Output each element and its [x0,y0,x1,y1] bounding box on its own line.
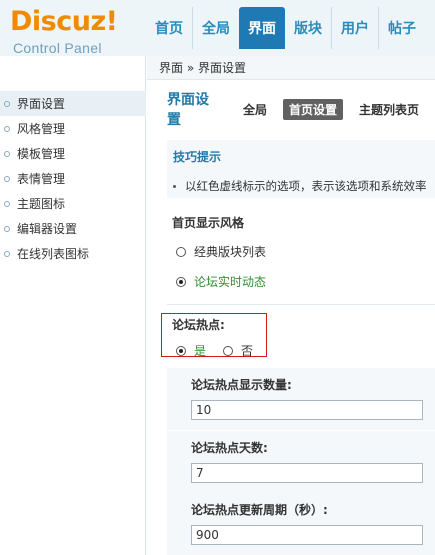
sidebar-item-label: 表情管理 [17,172,66,186]
bullet-icon [4,100,10,107]
sidebar-menu: 界面设置 风格管理 模板管理 表情管理 主题图标 编辑器设置 在线列表图标 [0,91,146,266]
hot-refresh-input[interactable] [191,525,423,545]
hot-count-input[interactable] [191,400,423,420]
hot-days-block: 论坛热点天数: [167,431,435,493]
hot-topics-label: 论坛热点: [172,318,225,332]
radio-hot-no[interactable]: 否 [223,342,253,359]
homepage-style-label: 首页显示风格 [172,216,245,230]
radio-classic-forum-list[interactable]: 经典版块列表 [176,243,266,260]
nav-home[interactable]: 首页 [146,7,192,49]
tips-box: 技巧提示 以红色虚线标示的选项，表示该选项和系统效率 [167,140,435,198]
radio-icon [223,345,233,356]
header: Discuz! Control Panel 首页 全局 界面 版块 用户 帖子 [0,0,435,56]
hot-refresh-label: 论坛热点更新周期（秒）: [191,503,328,517]
top-nav: 首页 全局 界面 版块 用户 帖子 [146,7,425,49]
radio-selected-icon [176,345,186,356]
sidebar-item-label: 模板管理 [17,147,66,161]
sidebar-item-label: 界面设置 [17,97,66,111]
hot-days-input[interactable] [191,463,423,483]
sidebar-item-template-manage[interactable]: 模板管理 [0,141,146,166]
tab-global[interactable]: 全局 [237,99,273,120]
divider [167,304,435,305]
sidebar-item-editor-settings[interactable]: 编辑器设置 [0,216,146,241]
sidebar-item-label: 在线列表图标 [17,247,90,261]
nav-users[interactable]: 用户 [331,7,378,49]
sidebar-item-label: 风格管理 [17,122,66,136]
bullet-icon [4,250,10,257]
tips-text: 以红色虚线标示的选项，表示该选项和系统效率 [185,179,427,193]
radio-selected-icon [176,276,186,287]
sidebar-item-smiley-manage[interactable]: 表情管理 [0,166,146,191]
tips-title: 技巧提示 [173,150,222,164]
tab-home-settings[interactable]: 首页设置 [282,98,343,120]
bullet-icon [4,150,10,157]
tips-text-row: 以红色虚线标示的选项，表示该选项和系统效率 [173,178,427,194]
bullet-icon [4,225,10,232]
sidebar-item-online-list-icons[interactable]: 在线列表图标 [0,241,146,266]
hot-count-block: 论坛热点显示数量: [167,368,435,430]
main-panel: 界面 » 界面设置 界面设置 全局 首页设置 主题列表页 技巧提示 以红色虚线标… [147,56,435,555]
hot-count-label: 论坛热点显示数量: [191,378,292,392]
radio-label-yes: 是 [194,344,207,358]
bullet-icon [4,125,10,132]
sidebar-item-interface-settings[interactable]: 界面设置 [0,91,146,116]
radio-label-no: 否 [241,344,254,358]
sidebar-item-thread-icons[interactable]: 主题图标 [0,191,146,216]
title-row: 界面设置 全局 首页设置 主题列表页 [147,92,435,128]
hot-refresh-block: 论坛热点更新周期（秒）: [167,493,435,555]
nav-interface[interactable]: 界面 [239,7,285,49]
logo-text: Discuz! [10,6,118,37]
page-title: 界面设置 [167,92,209,128]
bullet-icon [4,200,10,207]
bullet-icon [4,175,10,182]
radio-icon [176,246,186,257]
sidebar-item-label: 主题图标 [17,197,66,211]
radio-hot-yes[interactable]: 是 [176,342,206,359]
sidebar-item-style-manage[interactable]: 风格管理 [0,116,146,141]
radio-realtime-activity[interactable]: 论坛实时动态 [176,273,266,290]
breadcrumb: 界面 » 界面设置 [147,56,435,80]
hot-days-label: 论坛热点天数: [191,441,268,455]
nav-global[interactable]: 全局 [192,7,239,49]
tab-thread-list[interactable]: 主题列表页 [353,99,425,120]
logo-subtitle: Control Panel [13,40,102,56]
nav-posts[interactable]: 帖子 [378,7,425,49]
radio-label-realtime: 论坛实时动态 [194,275,267,289]
sidebar-item-label: 编辑器设置 [17,222,78,236]
bullet-dot-icon [173,185,176,188]
radio-label-classic: 经典版块列表 [194,245,267,259]
nav-forums[interactable]: 版块 [285,7,331,49]
logo: Discuz! Control Panel [0,0,146,56]
sidebar: 界面设置 风格管理 模板管理 表情管理 主题图标 编辑器设置 在线列表图标 [0,56,146,555]
